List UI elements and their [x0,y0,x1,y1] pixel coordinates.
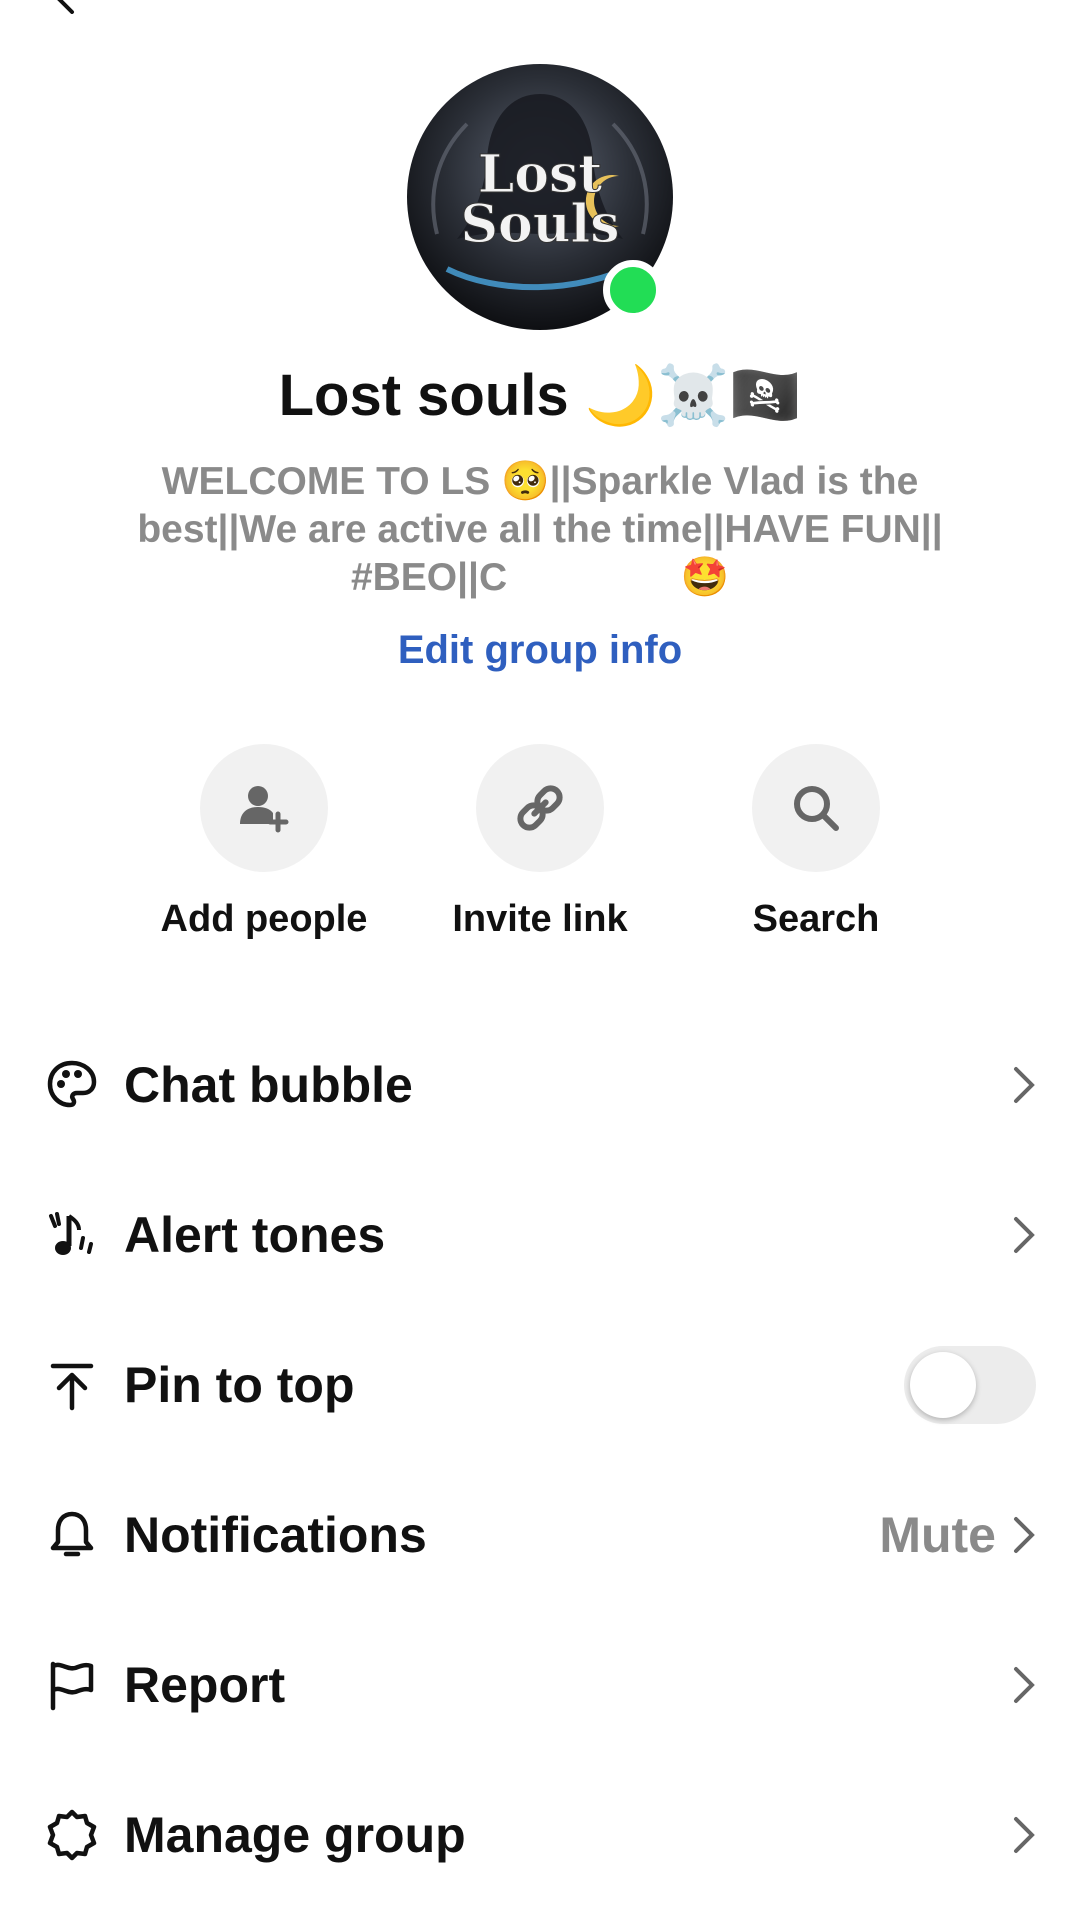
notifications-label: Notifications [124,1507,427,1563]
report-label: Report [124,1657,286,1713]
group-name: Lost souls 🌙☠️🏴‍☠️ [278,363,802,428]
pin-to-top-label: Pin to top [124,1357,355,1413]
chevron-right-icon [1014,1517,1035,1553]
chat-bubble-label: Chat bubble [124,1057,413,1113]
link-icon [517,785,563,831]
flag-icon [50,1661,94,1711]
notifications-row[interactable]: Notifications Mute [0,1480,1080,1590]
alert-tones-label: Alert tones [124,1207,386,1263]
gear-icon [47,1809,97,1861]
add-people-label: Add people [160,898,368,940]
manage-group-row[interactable]: Manage group [0,1780,1080,1890]
chat-bubble-row[interactable]: Chat bubble [0,1030,1080,1140]
bell-icon [50,1511,94,1557]
chevron-right-icon [1014,1067,1035,1103]
music-note-icon [49,1212,93,1255]
invite-link-button[interactable]: Invite link [410,744,670,941]
add-person-icon [240,786,289,833]
search-label: Search [752,898,880,940]
notifications-value: Mute [879,1507,996,1563]
group-description: WELCOME TO LS 🥺||Sparkle Vlad is the bes… [90,458,990,602]
online-status-dot [603,260,663,320]
palette-icon [47,1060,97,1108]
search-icon [794,786,839,831]
group-description-line: best||We are active all the time||HAVE F… [137,508,943,551]
manage-group-label: Manage group [124,1807,466,1863]
avatar-text-line2: Souls [460,194,619,255]
toggle-knob [910,1352,976,1418]
back-arrow-icon[interactable] [52,0,80,14]
pin-top-icon [50,1363,94,1411]
search-button[interactable]: Search [686,744,946,941]
chevron-right-icon [1014,1667,1035,1703]
chevron-right-icon [1014,1217,1035,1253]
alert-tones-row[interactable]: Alert tones [0,1180,1080,1290]
report-row[interactable]: Report [0,1630,1080,1740]
pin-to-top-row: Pin to top [0,1330,1080,1440]
group-avatar[interactable]: Lost Souls [407,64,673,330]
pin-to-top-toggle[interactable] [904,1346,1036,1424]
invite-link-label: Invite link [452,898,628,940]
edit-group-info-link[interactable]: Edit group info [0,628,1080,673]
group-description-line: WELCOME TO LS 🥺||Sparkle Vlad is the [161,460,919,503]
chevron-right-icon [1014,1817,1035,1853]
add-people-button[interactable]: Add people [134,744,394,941]
group-description-line: #BEO||C 🤩 [350,556,730,599]
